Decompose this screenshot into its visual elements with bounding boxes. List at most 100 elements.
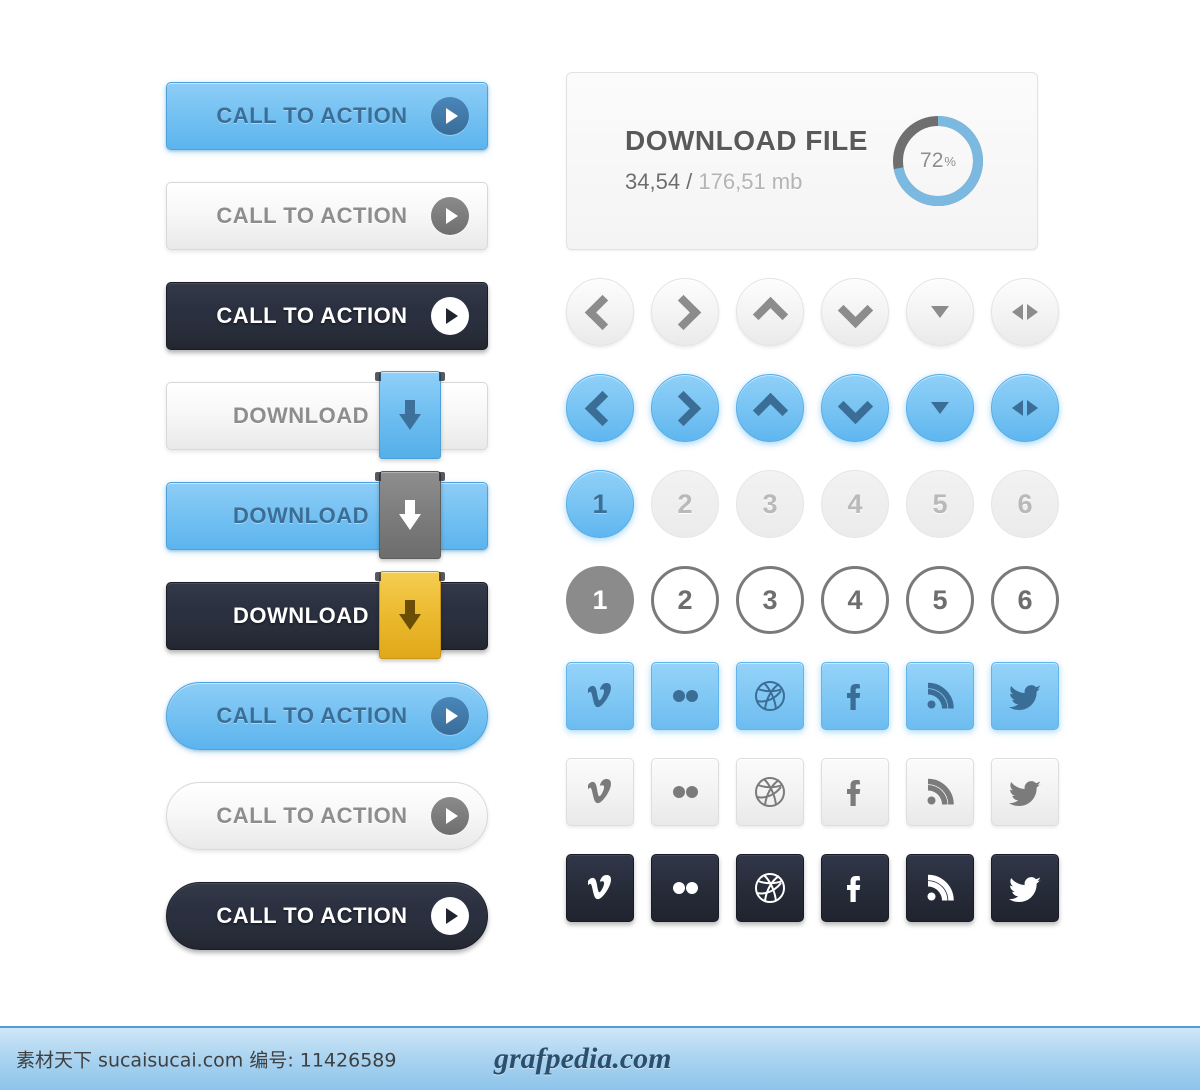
play-icon <box>431 897 469 935</box>
arrow-button-right[interactable] <box>651 374 719 442</box>
page-button[interactable]: 6 <box>991 566 1059 634</box>
progress-percent: 72% <box>889 112 987 210</box>
page-button[interactable]: 2 <box>651 566 719 634</box>
pagination-outline: 1 2 3 4 5 6 <box>566 566 1059 634</box>
chevron-down-icon <box>837 388 873 424</box>
left-button-column: CALL TO ACTION CALL TO ACTION CALL TO AC… <box>166 82 492 982</box>
arrow-button-left-right[interactable] <box>991 374 1059 442</box>
social-button-rss[interactable] <box>906 662 974 730</box>
play-icon <box>431 97 469 135</box>
progress-ring: 72% <box>889 112 987 210</box>
left-right-arrows-icon <box>1012 400 1038 416</box>
footer-watermark-bar: 素材天下 sucaisucai.com 编号: 11426589 grafped… <box>0 1026 1200 1090</box>
social-button-rss[interactable] <box>906 758 974 826</box>
arrow-row-blue <box>566 374 1059 442</box>
vimeo-icon <box>588 682 611 708</box>
page-button-active[interactable]: 1 <box>566 470 634 538</box>
social-button-twitter[interactable] <box>991 758 1059 826</box>
arrow-down-glyph <box>399 500 421 530</box>
arrow-down-glyph <box>399 600 421 630</box>
play-icon <box>431 697 469 735</box>
page-button[interactable]: 6 <box>991 470 1059 538</box>
flickr-icon <box>673 690 698 702</box>
arrow-button-left[interactable] <box>566 374 634 442</box>
arrow-button-left[interactable] <box>566 278 634 346</box>
social-button-facebook[interactable] <box>821 662 889 730</box>
play-icon <box>431 297 469 335</box>
social-button-vimeo[interactable] <box>566 854 634 922</box>
pagination-filled: 1 2 3 4 5 6 <box>566 470 1059 538</box>
social-button-dribbble[interactable] <box>736 758 804 826</box>
social-button-flickr[interactable] <box>651 854 719 922</box>
page-button-active[interactable]: 1 <box>566 566 634 634</box>
social-button-twitter[interactable] <box>991 662 1059 730</box>
download-progress-card: DOWNLOAD FILE 34,54 / 176,51 mb 72% <box>566 72 1038 250</box>
social-button-facebook[interactable] <box>821 854 889 922</box>
page-button[interactable]: 4 <box>821 470 889 538</box>
page-button[interactable]: 4 <box>821 566 889 634</box>
arrow-button-right[interactable] <box>651 278 719 346</box>
right-component-column: DOWNLOAD FILE 34,54 / 176,51 mb 72% 1 2 … <box>566 72 1059 922</box>
arrow-button-caret-down[interactable] <box>906 278 974 346</box>
social-button-twitter[interactable] <box>991 854 1059 922</box>
arrow-button-up[interactable] <box>736 278 804 346</box>
arrow-button-down[interactable] <box>821 278 889 346</box>
download-button-blue[interactable]: DOWNLOAD <box>166 471 488 559</box>
triangle-down-icon <box>931 306 949 318</box>
facebook-icon <box>847 684 861 710</box>
cta-button-blue[interactable]: CALL TO ACTION <box>166 82 488 150</box>
cta-label: CALL TO ACTION <box>216 103 408 128</box>
cta-pill-light[interactable]: CALL TO ACTION <box>166 782 488 850</box>
page-button[interactable]: 3 <box>736 566 804 634</box>
social-button-dribbble[interactable] <box>736 854 804 922</box>
dribbble-icon <box>755 681 785 711</box>
social-button-rss[interactable] <box>906 854 974 922</box>
download-arrow-icon <box>375 371 445 459</box>
cta-label: CALL TO ACTION <box>216 803 408 828</box>
dribbble-icon <box>755 777 785 807</box>
cta-label: CALL TO ACTION <box>216 303 408 328</box>
social-button-flickr[interactable] <box>651 758 719 826</box>
page-button[interactable]: 2 <box>651 470 719 538</box>
cta-button-dark[interactable]: CALL TO ACTION <box>166 282 488 350</box>
page-button[interactable]: 3 <box>736 470 804 538</box>
cta-label: CALL TO ACTION <box>216 203 408 228</box>
cta-label: CALL TO ACTION <box>216 703 408 728</box>
chevron-up-icon <box>752 296 788 332</box>
cta-pill-blue[interactable]: CALL TO ACTION <box>166 682 488 750</box>
chevron-up-icon <box>752 392 788 428</box>
rss-icon <box>927 682 954 709</box>
social-button-facebook[interactable] <box>821 758 889 826</box>
arrow-button-caret-down[interactable] <box>906 374 974 442</box>
arrow-button-up[interactable] <box>736 374 804 442</box>
social-button-dribbble[interactable] <box>736 662 804 730</box>
rss-icon <box>927 874 954 901</box>
facebook-icon <box>847 876 861 902</box>
social-button-vimeo[interactable] <box>566 758 634 826</box>
chevron-right-icon <box>665 294 701 330</box>
download-button-dark[interactable]: DOWNLOAD <box>166 571 488 659</box>
dribbble-icon <box>755 873 785 903</box>
triangle-down-icon <box>931 402 949 414</box>
ribbon-notch-right <box>439 372 445 381</box>
twitter-icon <box>1009 781 1041 807</box>
twitter-icon <box>1009 685 1041 711</box>
flickr-icon <box>673 786 698 798</box>
cta-button-light[interactable]: CALL TO ACTION <box>166 182 488 250</box>
page-button[interactable]: 5 <box>906 566 974 634</box>
arrow-button-down[interactable] <box>821 374 889 442</box>
chevron-down-icon <box>837 292 873 328</box>
ribbon-notch-left <box>375 372 381 381</box>
play-icon <box>431 197 469 235</box>
cta-pill-dark[interactable]: CALL TO ACTION <box>166 882 488 950</box>
social-button-vimeo[interactable] <box>566 662 634 730</box>
arrow-button-left-right[interactable] <box>991 278 1059 346</box>
twitter-icon <box>1009 877 1041 903</box>
social-button-flickr[interactable] <box>651 662 719 730</box>
download-button-light[interactable]: DOWNLOAD <box>166 371 488 459</box>
page-button[interactable]: 5 <box>906 470 974 538</box>
vimeo-icon <box>588 874 611 900</box>
arrow-down-glyph <box>399 400 421 430</box>
cta-label: CALL TO ACTION <box>216 903 408 928</box>
total-size: 176,51 mb <box>698 169 803 194</box>
